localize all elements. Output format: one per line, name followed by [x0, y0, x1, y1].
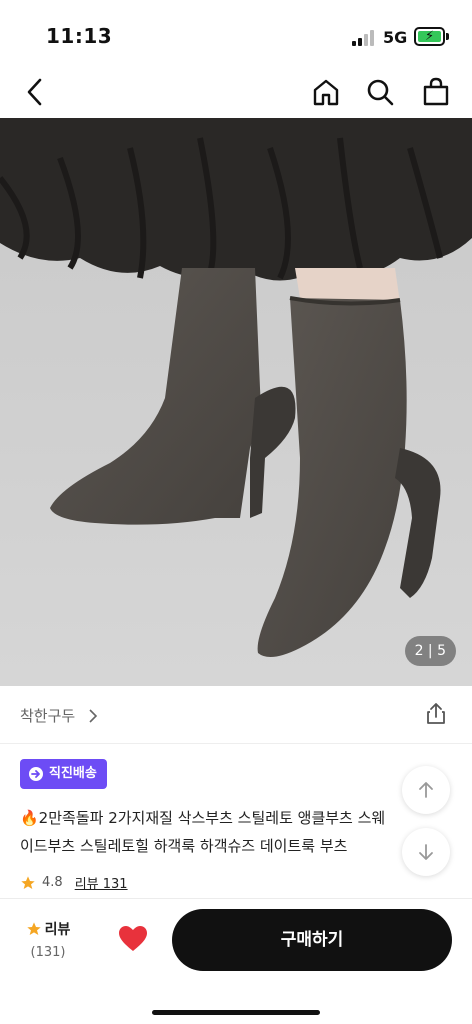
review-link[interactable]: 리뷰 131 — [75, 873, 128, 892]
back-icon[interactable] — [20, 76, 52, 108]
image-page-indicator: 2 | 5 — [404, 636, 456, 666]
signal-icon — [352, 30, 376, 46]
star-icon — [26, 922, 41, 935]
star-icon — [21, 875, 35, 889]
brand-name[interactable]: 착한구두 — [20, 705, 75, 726]
boots-illustration — [0, 118, 472, 686]
product-title-line1: 🔥2만족돌파 2가지재질 삭스부츠 스틸레토 앵클부츠 스웨 — [20, 809, 386, 827]
status-time: 11:13 — [46, 24, 113, 48]
review-tab-count: (131) — [30, 945, 66, 960]
arrow-down-icon — [419, 844, 433, 860]
status-bar: 11:13 5G ⚡ — [0, 0, 472, 70]
search-icon[interactable] — [364, 76, 396, 108]
battery-icon: ⚡ — [414, 27, 445, 46]
share-icon[interactable] — [424, 702, 448, 730]
rating-row: 4.8 리뷰 131 — [20, 873, 128, 892]
badge-label: 직진배송 — [49, 766, 97, 781]
review-tab[interactable]: 리뷰 (131) — [18, 919, 78, 960]
home-icon[interactable] — [310, 76, 342, 108]
home-indicator — [152, 1010, 320, 1015]
top-nav — [0, 70, 472, 118]
chevron-right-icon — [88, 708, 98, 727]
product-title: 🔥2만족돌파 2가지재질 삭스부츠 스틸레토 앵클부츠 스웨 이드부츠 스틸레토… — [20, 804, 450, 860]
arrow-up-icon — [419, 782, 433, 798]
bag-icon[interactable] — [420, 76, 452, 108]
product-title-line2: 이드부츠 스틸레토힐 하객룩 하객슈즈 데이트룩 부츠 — [20, 837, 348, 855]
review-tab-label: 리뷰 — [44, 922, 71, 938]
rating-value: 4.8 — [42, 875, 63, 890]
heart-icon[interactable] — [118, 925, 148, 957]
scroll-down-button[interactable] — [402, 828, 450, 876]
bottom-action-bar: 리뷰 (131) 구매하기 — [0, 898, 472, 1024]
buy-button[interactable]: 구매하기 — [172, 909, 452, 971]
scroll-up-button[interactable] — [402, 766, 450, 814]
network-type: 5G — [383, 28, 408, 47]
brand-row[interactable]: 착한구두 — [0, 686, 472, 744]
direct-shipping-badge: 직진배송 — [20, 759, 107, 789]
product-image[interactable]: 2 | 5 — [0, 118, 472, 686]
shipping-icon — [29, 767, 43, 781]
battery-tip — [446, 33, 449, 40]
